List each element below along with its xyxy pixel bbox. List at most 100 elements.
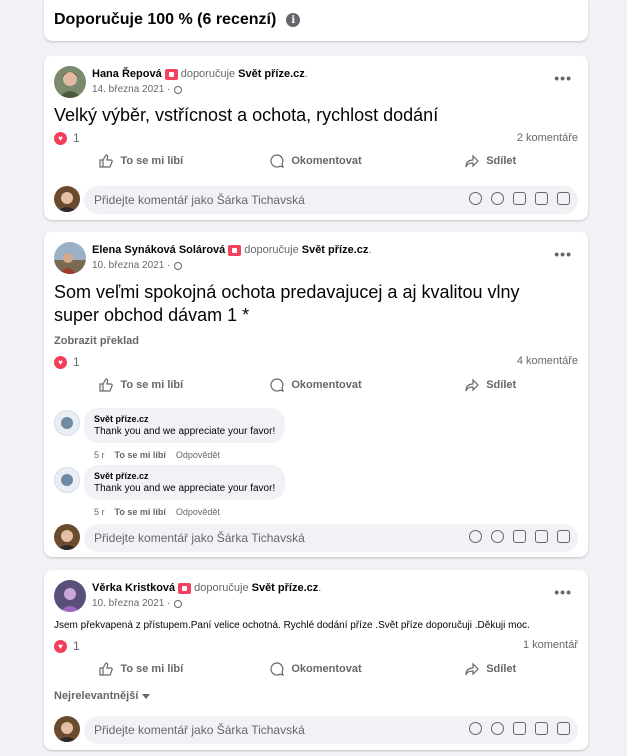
page-link[interactable]: Svět příze.cz: [302, 244, 369, 256]
heart-icon: ♥: [54, 131, 67, 145]
comment-label: Okomentovat: [291, 155, 362, 167]
camera-icon[interactable]: [513, 722, 526, 735]
avatar-sticker-icon[interactable]: [469, 192, 482, 205]
sticker-icon[interactable]: [557, 530, 570, 543]
share-icon: [465, 662, 480, 676]
more-options-icon[interactable]: •••: [554, 70, 572, 86]
reply-like-link[interactable]: To se mi líbí: [115, 507, 166, 517]
avatar[interactable]: [54, 242, 86, 274]
comment-composer: Přidejte komentář jako Šárka Tichavská: [54, 186, 578, 214]
punctuation: .: [368, 244, 372, 256]
avatar[interactable]: [54, 66, 86, 98]
comment-sort-dropdown[interactable]: Nejrelevantnější: [54, 690, 150, 702]
post-date[interactable]: 10. března 2021 ·: [92, 260, 170, 271]
translate-link[interactable]: Zobrazit překlad: [54, 335, 139, 347]
sticker-icon[interactable]: [557, 722, 570, 735]
share-button[interactable]: Sdílet: [403, 154, 578, 168]
comment-button[interactable]: Okomentovat: [229, 378, 404, 392]
comment-button[interactable]: Okomentovat: [229, 154, 404, 168]
heart-icon: ♥: [54, 639, 67, 653]
comment-input[interactable]: Přidejte komentář jako Šárka Tichavská: [84, 186, 578, 214]
comments-count[interactable]: 1 komentář: [523, 639, 578, 651]
share-icon: [465, 154, 480, 168]
reply-reply-link[interactable]: Odpovědět: [176, 450, 220, 460]
comment-input[interactable]: Přidejte komentář jako Šárka Tichavská: [84, 524, 578, 552]
comment-input[interactable]: Přidejte komentář jako Šárka Tichavská: [84, 716, 578, 744]
reaction-count: 1: [73, 355, 80, 369]
current-user-avatar[interactable]: [54, 186, 80, 212]
recommend-verb: doporučuje: [244, 244, 299, 256]
share-button[interactable]: Sdílet: [403, 662, 578, 676]
share-label: Sdílet: [486, 379, 517, 391]
share-label: Sdílet: [486, 663, 517, 675]
avatar-sticker-icon[interactable]: [469, 722, 482, 735]
comment-placeholder: Přidejte komentář jako Šárka Tichavská: [94, 531, 305, 545]
composer-icons: [460, 722, 570, 735]
emoji-icon[interactable]: [491, 530, 504, 543]
review-post: Hana Řepová doporučuje Svět příze.cz. 14…: [44, 56, 588, 220]
composer-icons: [460, 192, 570, 205]
page-avatar[interactable]: [54, 467, 80, 493]
globe-icon: [174, 85, 183, 94]
recommendations-title: Doporučuje 100 % (6 recenzí) i: [54, 11, 301, 29]
reaction-summary[interactable]: ♥ 1: [54, 131, 80, 145]
author-name[interactable]: Věrka Kristková: [92, 582, 175, 594]
recommendation-icon: [178, 582, 192, 594]
comment-button[interactable]: Okomentovat: [229, 662, 404, 676]
more-options-icon[interactable]: •••: [554, 584, 572, 600]
post-actions: To se mi líbí Okomentovat Sdílet: [54, 154, 578, 168]
like-label: To se mi líbí: [120, 663, 184, 675]
punctuation: .: [318, 582, 322, 594]
current-user-avatar[interactable]: [54, 716, 80, 742]
more-options-icon[interactable]: •••: [554, 246, 572, 262]
comments-count[interactable]: 4 komentáře: [517, 355, 578, 367]
like-button[interactable]: To se mi líbí: [54, 378, 229, 392]
reaction-summary[interactable]: ♥ 1: [54, 639, 80, 653]
reply-time[interactable]: 5 r: [94, 507, 105, 517]
share-button[interactable]: Sdílet: [403, 378, 578, 392]
thumbs-up-icon: [99, 662, 114, 676]
gif-icon[interactable]: [535, 192, 548, 205]
camera-icon[interactable]: [513, 530, 526, 543]
review-post: Elena Synáková Solárová doporučuje Svět …: [44, 232, 588, 557]
gif-icon[interactable]: [535, 722, 548, 735]
comment-icon: [270, 154, 285, 168]
review-post: Věrka Kristková doporučuje Svět příze.cz…: [44, 570, 588, 750]
reply-bubble: Svět příze.cz Thank you and we appreciat…: [84, 465, 286, 500]
sticker-icon[interactable]: [557, 192, 570, 205]
page-avatar[interactable]: [54, 410, 80, 436]
author-name[interactable]: Elena Synáková Solárová: [92, 244, 225, 256]
page-link[interactable]: Svět příze.cz: [238, 68, 305, 80]
reply-reply-link[interactable]: Odpovědět: [176, 507, 220, 517]
share-label: Sdílet: [486, 155, 517, 167]
current-user-avatar[interactable]: [54, 524, 80, 550]
post-date[interactable]: 14. března 2021 ·: [92, 84, 170, 95]
like-label: To se mi líbí: [120, 379, 184, 391]
like-button[interactable]: To se mi líbí: [54, 154, 229, 168]
comment-placeholder: Přidejte komentář jako Šárka Tichavská: [94, 723, 305, 737]
like-button[interactable]: To se mi líbí: [54, 662, 229, 676]
post-date[interactable]: 10. března 2021 ·: [92, 598, 170, 609]
emoji-icon[interactable]: [491, 192, 504, 205]
reaction-summary[interactable]: ♥ 1: [54, 355, 80, 369]
comment-placeholder: Přidejte komentář jako Šárka Tichavská: [94, 193, 305, 207]
info-icon[interactable]: i: [286, 13, 301, 27]
author-name[interactable]: Hana Řepová: [92, 68, 162, 80]
like-label: To se mi líbí: [120, 155, 184, 167]
gif-icon[interactable]: [535, 530, 548, 543]
camera-icon[interactable]: [513, 192, 526, 205]
reply-author[interactable]: Svět příze.cz: [94, 471, 275, 481]
recommend-verb: doporučuje: [194, 582, 249, 594]
reply-author[interactable]: Svět příze.cz: [94, 414, 275, 424]
post-actions: To se mi líbí Okomentovat Sdílet: [54, 662, 578, 676]
composer-icons: [460, 530, 570, 543]
comments-count[interactable]: 2 komentáře: [517, 132, 578, 144]
emoji-icon[interactable]: [491, 722, 504, 735]
avatar-sticker-icon[interactable]: [469, 530, 482, 543]
reply-time[interactable]: 5 r: [94, 450, 105, 460]
reaction-count: 1: [73, 131, 80, 145]
header-title-text: Doporučuje 100 % (6 recenzí): [54, 11, 277, 28]
reply-like-link[interactable]: To se mi líbí: [115, 450, 166, 460]
avatar[interactable]: [54, 580, 86, 612]
page-link[interactable]: Svět příze.cz: [252, 582, 319, 594]
